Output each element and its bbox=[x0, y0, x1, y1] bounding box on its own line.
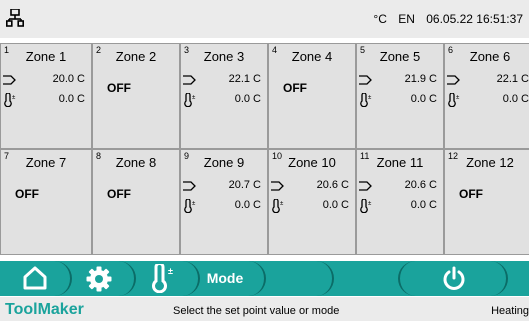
zone-setpoint-value: 20.6 C bbox=[404, 179, 437, 191]
zone-tile[interactable]: 9 Zone 9 20.7 C ±0.0 C bbox=[180, 149, 268, 255]
zone-tile[interactable]: 7 Zone 7 OFF bbox=[0, 149, 92, 255]
zone-name: Zone 2 bbox=[115, 49, 157, 64]
operating-mode: Heating bbox=[491, 305, 529, 317]
svg-text:±: ± bbox=[368, 201, 372, 207]
zone-offset-row: ±0.0 C bbox=[1, 93, 85, 107]
zone-name: Zone 1 bbox=[25, 49, 67, 64]
zone-offset-value: 0.0 C bbox=[322, 199, 349, 211]
svg-text:±: ± bbox=[368, 95, 372, 101]
thermometer-offset-icon: ± bbox=[184, 199, 196, 213]
zone-setpoint-row: 20.6 C bbox=[357, 179, 437, 193]
svg-text:±: ± bbox=[168, 266, 173, 276]
setpoint-arrow-icon bbox=[359, 181, 372, 191]
brand-logo: ToolMaker bbox=[5, 301, 84, 318]
unit-label[interactable]: °C bbox=[373, 12, 386, 26]
gear-icon bbox=[86, 266, 112, 292]
zone-tile[interactable]: 3 Zone 3 22.1 C ±0.0 C bbox=[180, 43, 268, 149]
setpoint-arrow-icon bbox=[271, 181, 284, 191]
zone-offset-value: 0.0 C bbox=[234, 93, 261, 105]
zone-name: Zone 9 bbox=[203, 155, 245, 170]
zone-name: Zone 5 bbox=[379, 49, 421, 64]
zone-setpoint-row: 21.9 C bbox=[357, 73, 437, 87]
zone-setpoint-row: 22.1 C bbox=[181, 73, 261, 87]
zone-name: Zone 3 bbox=[203, 49, 245, 64]
status-message: Select the set point value or mode bbox=[173, 305, 340, 317]
zone-status: OFF bbox=[107, 81, 131, 95]
zone-offset-row: ±0.0 C bbox=[269, 199, 349, 213]
zone-name: Zone 8 bbox=[115, 155, 157, 170]
zone-setpoint-value: 20.7 C bbox=[228, 179, 261, 191]
setpoint-arrow-icon bbox=[183, 181, 196, 191]
svg-text:±: ± bbox=[192, 201, 196, 207]
zone-offset-value: 0.0 C bbox=[410, 199, 437, 211]
zone-setpoint-value: 21.9 C bbox=[404, 73, 437, 85]
network-icon[interactable] bbox=[6, 9, 24, 27]
zone-offset-value: 0.0 C bbox=[58, 93, 85, 105]
zone-offset-value: 0.0 C bbox=[410, 93, 437, 105]
zone-name: Zone 6 bbox=[469, 49, 511, 64]
zone-grid: 1 Zone 1 20.0 C ±0.0 C 2 Zone 2 OFF 3 Zone 3 22.1… bbox=[0, 43, 529, 258]
home-button[interactable] bbox=[0, 261, 72, 296]
setpoint-arrow-icon bbox=[447, 75, 460, 85]
thermometer-offset-icon: ± bbox=[360, 93, 372, 107]
zone-tile[interactable]: 11 Zone 11 20.6 C ±0.0 C bbox=[356, 149, 444, 255]
zone-offset-row: ±0.0 C bbox=[181, 93, 261, 107]
zone-setpoint-row: 20.7 C bbox=[181, 179, 261, 193]
top-bar: °C EN 06.05.22 16:51:37 bbox=[0, 0, 529, 38]
zone-setpoint-row: 20.0 C bbox=[1, 73, 85, 87]
svg-text:±: ± bbox=[192, 95, 196, 101]
zone-setpoint-value: 20.0 C bbox=[52, 73, 85, 85]
thermometer-offset-icon: ± bbox=[184, 93, 196, 107]
power-button[interactable] bbox=[398, 261, 508, 296]
thermometer-offset-icon: ± bbox=[448, 93, 460, 107]
thermometer-offset-icon: ± bbox=[360, 199, 372, 213]
power-icon bbox=[443, 266, 465, 290]
zone-tile[interactable]: 5 Zone 5 21.9 C ±0.0 C bbox=[356, 43, 444, 149]
zone-setpoint-row: 20.6 C bbox=[269, 179, 349, 193]
thermometer-offset-icon: ± bbox=[4, 93, 16, 107]
zone-tile[interactable]: 4 Zone 4 OFF bbox=[268, 43, 356, 149]
zone-setpoint-value: 22.1 C bbox=[496, 73, 529, 85]
svg-text:±: ± bbox=[12, 95, 16, 101]
status-bar: ToolMaker Select the set point value or … bbox=[0, 297, 529, 321]
svg-text:±: ± bbox=[280, 201, 284, 207]
zone-name: Zone 4 bbox=[291, 49, 333, 64]
header-info: °C EN 06.05.22 16:51:37 bbox=[365, 12, 523, 26]
zone-tile[interactable]: 8 Zone 8 OFF bbox=[92, 149, 180, 255]
zone-status: OFF bbox=[283, 81, 307, 95]
thermometer-offset-icon: ± bbox=[272, 199, 284, 213]
setpoint-arrow-icon bbox=[3, 75, 16, 85]
zone-name: Zone 11 bbox=[376, 155, 424, 170]
zone-name: Zone 12 bbox=[466, 155, 514, 170]
zone-offset-row: ±0.0 C bbox=[357, 199, 437, 213]
zone-tile[interactable]: 10 Zone 10 20.6 C ±0.0 C bbox=[268, 149, 356, 255]
zone-tile[interactable]: 6 Zone 6 22.1 C ±0.0 C bbox=[444, 43, 529, 149]
zone-status: OFF bbox=[107, 187, 131, 201]
zone-setpoint-value: 22.1 C bbox=[228, 73, 261, 85]
zone-tile[interactable]: 1 Zone 1 20.0 C ±0.0 C bbox=[0, 43, 92, 149]
datetime-label: 06.05.22 16:51:37 bbox=[426, 12, 523, 26]
zone-tile[interactable]: 2 Zone 2 OFF bbox=[92, 43, 180, 149]
zone-setpoint-row: 22.1 C bbox=[445, 73, 529, 87]
setpoint-arrow-icon bbox=[183, 75, 196, 85]
home-icon bbox=[23, 266, 47, 290]
language-label[interactable]: EN bbox=[398, 12, 415, 26]
zone-offset-row: ±0.0 C bbox=[445, 93, 529, 107]
zone-tile[interactable]: 12 Zone 12 OFF bbox=[444, 149, 529, 255]
bottom-toolbar: ± Mode bbox=[0, 261, 529, 296]
mode-button-label: Mode bbox=[206, 270, 244, 286]
zone-offset-value: 0.0 C bbox=[502, 93, 529, 105]
zone-name: Zone 7 bbox=[25, 155, 67, 170]
zone-offset-row: ±0.0 C bbox=[357, 93, 437, 107]
zone-offset-value: 0.0 C bbox=[234, 199, 261, 211]
thermometer-icon: ± bbox=[152, 264, 173, 293]
zone-name: Zone 10 bbox=[288, 155, 336, 170]
zone-setpoint-value: 20.6 C bbox=[316, 179, 349, 191]
setpoint-arrow-icon bbox=[359, 75, 372, 85]
zone-status: OFF bbox=[459, 187, 483, 201]
zone-status: OFF bbox=[15, 187, 39, 201]
zone-offset-row: ±0.0 C bbox=[181, 199, 261, 213]
svg-text:±: ± bbox=[456, 95, 460, 101]
